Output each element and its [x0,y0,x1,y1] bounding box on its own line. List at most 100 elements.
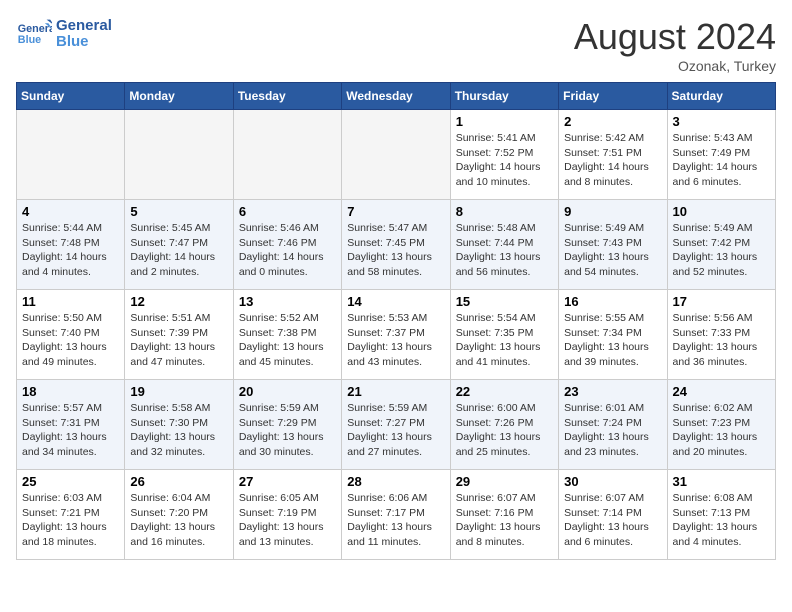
page-header: General Blue General Blue August 2024 Oz… [16,16,776,74]
week-row-5: 25Sunrise: 6:03 AMSunset: 7:21 PMDayligh… [17,470,776,560]
calendar-cell: 27Sunrise: 6:05 AMSunset: 7:19 PMDayligh… [233,470,341,560]
day-info: Sunrise: 5:59 AMSunset: 7:29 PMDaylight:… [239,401,336,460]
day-number: 10 [673,204,770,219]
day-number: 19 [130,384,227,399]
calendar-cell: 29 Sunrise: 6:07 AMSunset: 7:16 PMDayligh… [450,470,558,560]
calendar-cell: 4 Sunrise: 5:44 AMSunset: 7:48 PMDaylight… [17,200,125,290]
day-info: Sunrise: 5:52 AMSunset: 7:38 PMDaylight:… [239,311,336,370]
day-info: Sunrise: 5:49 AMSunset: 7:42 PMDaylight:… [673,221,770,280]
day-number: 14 [347,294,444,309]
day-number: 30 [564,474,661,489]
day-info: Sunrise: 5:49 AMSunset: 7:43 PMDaylight:… [564,221,661,280]
day-info: Sunrise: 6:00 AMSunset: 7:26 PMDaylight:… [456,401,553,460]
day-number: 12 [130,294,227,309]
calendar-cell: 25Sunrise: 6:03 AMSunset: 7:21 PMDayligh… [17,470,125,560]
logo: General Blue General Blue [16,16,112,52]
day-info: Sunrise: 5:41 AMSunset: 7:52 PMDaylight:… [456,131,553,190]
day-info: Sunrise: 5:44 AMSunset: 7:48 PMDaylight:… [22,221,119,280]
calendar-cell [233,110,341,200]
week-row-4: 18 Sunrise: 5:57 AMSunset: 7:31 PMDayligh… [17,380,776,470]
week-row-2: 4 Sunrise: 5:44 AMSunset: 7:48 PMDaylight… [17,200,776,290]
calendar-cell: 26Sunrise: 6:04 AMSunset: 7:20 PMDayligh… [125,470,233,560]
day-header-thursday: Thursday [450,83,558,110]
day-info: Sunrise: 5:46 AMSunset: 7:46 PMDaylight:… [239,221,336,280]
day-number: 7 [347,204,444,219]
day-info: Sunrise: 5:54 AMSunset: 7:35 PMDaylight:… [456,311,553,370]
calendar-cell: 23 Sunrise: 6:01 AMSunset: 7:24 PMDayligh… [559,380,667,470]
calendar-cell: 12Sunrise: 5:51 AMSunset: 7:39 PMDayligh… [125,290,233,380]
calendar-cell [342,110,450,200]
logo-icon: General Blue [16,16,52,52]
day-info: Sunrise: 5:58 AMSunset: 7:30 PMDaylight:… [130,401,227,460]
logo-line1: General [56,18,112,35]
day-number: 22 [456,384,553,399]
day-number: 21 [347,384,444,399]
calendar-cell: 16 Sunrise: 5:55 AMSunset: 7:34 PMDayligh… [559,290,667,380]
day-number: 18 [22,384,119,399]
day-number: 29 [456,474,553,489]
day-number: 1 [456,114,553,129]
calendar-table: SundayMondayTuesdayWednesdayThursdayFrid… [16,82,776,560]
day-number: 8 [456,204,553,219]
calendar-cell: 5 Sunrise: 5:45 AMSunset: 7:47 PMDaylight… [125,200,233,290]
day-info: Sunrise: 6:07 AMSunset: 7:16 PMDaylight:… [456,491,553,550]
day-info: Sunrise: 5:47 AMSunset: 7:45 PMDaylight:… [347,221,444,280]
calendar-cell: 22 Sunrise: 6:00 AMSunset: 7:26 PMDayligh… [450,380,558,470]
day-info: Sunrise: 5:55 AMSunset: 7:34 PMDaylight:… [564,311,661,370]
day-number: 6 [239,204,336,219]
day-number: 13 [239,294,336,309]
day-info: Sunrise: 5:45 AMSunset: 7:47 PMDaylight:… [130,221,227,280]
day-info: Sunrise: 6:06 AMSunset: 7:17 PMDaylight:… [347,491,444,550]
calendar-cell: 28 Sunrise: 6:06 AMSunset: 7:17 PMDayligh… [342,470,450,560]
week-row-3: 11 Sunrise: 5:50 AMSunset: 7:40 PMDayligh… [17,290,776,380]
day-number: 5 [130,204,227,219]
calendar-cell: 31Sunrise: 6:08 AMSunset: 7:13 PMDayligh… [667,470,775,560]
logo-line2: Blue [56,34,112,51]
day-number: 11 [22,294,119,309]
day-number: 17 [673,294,770,309]
calendar-cell: 24 Sunrise: 6:02 AMSunset: 7:23 PMDayligh… [667,380,775,470]
day-info: Sunrise: 5:53 AMSunset: 7:37 PMDaylight:… [347,311,444,370]
calendar-cell: 15 Sunrise: 5:54 AMSunset: 7:35 PMDayligh… [450,290,558,380]
day-header-sunday: Sunday [17,83,125,110]
calendar-cell: 6 Sunrise: 5:46 AMSunset: 7:46 PMDaylight… [233,200,341,290]
day-header-saturday: Saturday [667,83,775,110]
day-header-friday: Friday [559,83,667,110]
month-year-title: August 2024 [574,16,776,58]
calendar-cell: 10 Sunrise: 5:49 AMSunset: 7:42 PMDayligh… [667,200,775,290]
svg-text:Blue: Blue [18,34,41,46]
day-header-tuesday: Tuesday [233,83,341,110]
day-number: 2 [564,114,661,129]
day-info: Sunrise: 6:08 AMSunset: 7:13 PMDaylight:… [673,491,770,550]
day-info: Sunrise: 5:50 AMSunset: 7:40 PMDaylight:… [22,311,119,370]
calendar-cell [17,110,125,200]
day-info: Sunrise: 6:04 AMSunset: 7:20 PMDaylight:… [130,491,227,550]
day-info: Sunrise: 5:59 AMSunset: 7:27 PMDaylight:… [347,401,444,460]
day-info: Sunrise: 5:42 AMSunset: 7:51 PMDaylight:… [564,131,661,190]
day-number: 4 [22,204,119,219]
calendar-cell: 18 Sunrise: 5:57 AMSunset: 7:31 PMDayligh… [17,380,125,470]
day-info: Sunrise: 6:05 AMSunset: 7:19 PMDaylight:… [239,491,336,550]
day-info: Sunrise: 6:02 AMSunset: 7:23 PMDaylight:… [673,401,770,460]
calendar-cell: 8Sunrise: 5:48 AMSunset: 7:44 PMDaylight… [450,200,558,290]
calendar-cell [125,110,233,200]
calendar-cell: 2 Sunrise: 5:42 AMSunset: 7:51 PMDaylight… [559,110,667,200]
day-number: 15 [456,294,553,309]
calendar-cell: 11 Sunrise: 5:50 AMSunset: 7:40 PMDayligh… [17,290,125,380]
day-number: 23 [564,384,661,399]
day-number: 9 [564,204,661,219]
title-block: August 2024 Ozonak, Turkey [574,16,776,74]
day-header-wednesday: Wednesday [342,83,450,110]
day-info: Sunrise: 5:57 AMSunset: 7:31 PMDaylight:… [22,401,119,460]
day-number: 24 [673,384,770,399]
calendar-cell: 17Sunrise: 5:56 AMSunset: 7:33 PMDayligh… [667,290,775,380]
calendar-cell: 20Sunrise: 5:59 AMSunset: 7:29 PMDayligh… [233,380,341,470]
calendar-cell: 3Sunrise: 5:43 AMSunset: 7:49 PMDaylight… [667,110,775,200]
calendar-cell: 14 Sunrise: 5:53 AMSunset: 7:37 PMDayligh… [342,290,450,380]
day-info: Sunrise: 6:01 AMSunset: 7:24 PMDaylight:… [564,401,661,460]
calendar-cell: 21 Sunrise: 5:59 AMSunset: 7:27 PMDayligh… [342,380,450,470]
week-row-1: 1 Sunrise: 5:41 AMSunset: 7:52 PMDaylight… [17,110,776,200]
day-number: 28 [347,474,444,489]
day-number: 16 [564,294,661,309]
day-number: 25 [22,474,119,489]
